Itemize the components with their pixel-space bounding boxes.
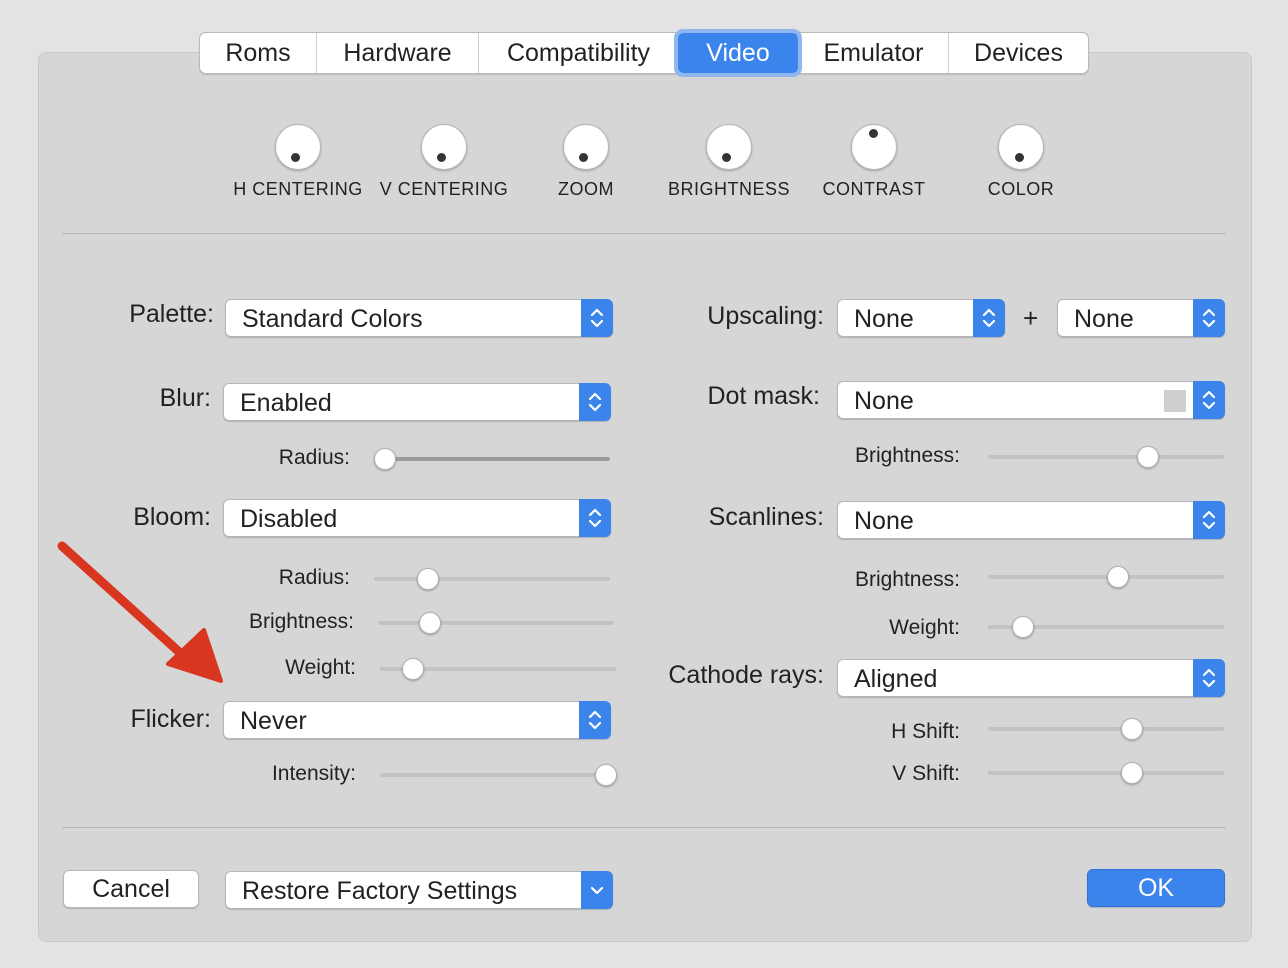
red-arrow-annotation-icon	[57, 541, 223, 683]
tab-video[interactable]: Video	[674, 29, 802, 77]
